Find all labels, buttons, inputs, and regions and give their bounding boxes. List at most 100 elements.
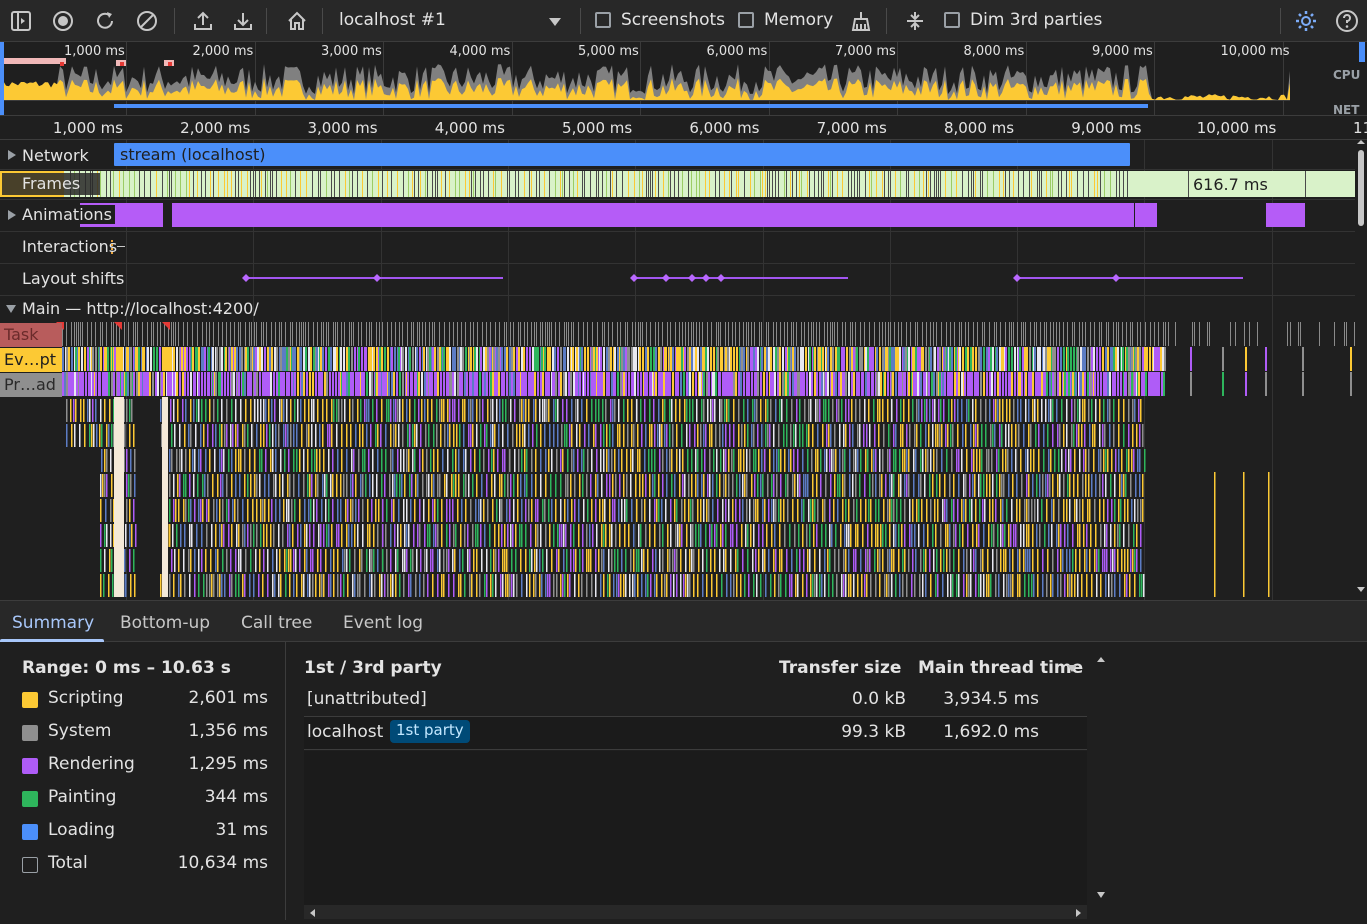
recording-select[interactable]: localhost #1 <box>332 4 572 38</box>
flame-chart[interactable]: Network stream (localhost) Frames 616.7 … <box>0 140 1355 600</box>
animations-track[interactable]: Animations <box>0 200 1355 232</box>
toggle-sidebar-button[interactable] <box>6 6 36 36</box>
task-block <box>874 322 875 346</box>
call-frame <box>109 399 111 422</box>
main-thread-flame-chart[interactable] <box>0 322 1355 600</box>
call-frame <box>618 499 620 522</box>
call-frame <box>424 399 426 422</box>
clear-button[interactable] <box>132 6 162 36</box>
event-block <box>1100 372 1102 396</box>
event-block <box>809 347 811 371</box>
call-frame <box>103 574 105 597</box>
interaction-marker[interactable] <box>117 246 125 247</box>
event-block <box>621 347 623 371</box>
layout-shifts-track[interactable]: Layout shifts <box>0 264 1355 296</box>
animation-bar[interactable] <box>172 203 1134 227</box>
task-block <box>989 322 990 346</box>
call-frame <box>317 474 319 497</box>
call-frame <box>544 424 546 447</box>
task-block <box>917 322 918 346</box>
interactions-track[interactable]: Interactions <box>0 232 1355 264</box>
call-frame <box>272 549 274 572</box>
save-profile-button[interactable] <box>228 6 258 36</box>
home-button[interactable] <box>282 6 312 36</box>
call-frame <box>774 574 776 597</box>
memory-checkbox[interactable] <box>738 12 754 28</box>
event-block <box>143 347 145 371</box>
call-frame <box>595 474 597 497</box>
call-frame <box>942 499 944 522</box>
entity-column-header[interactable]: 1st / 3rd party <box>304 658 442 678</box>
call-frame <box>1128 399 1130 422</box>
call-frame <box>202 499 204 522</box>
call-frame <box>535 524 537 547</box>
tab-call-tree[interactable]: Call tree <box>241 613 312 633</box>
record-button[interactable] <box>48 6 78 36</box>
tab-bottom-up[interactable]: Bottom-up <box>120 613 210 633</box>
garbage-collect-button[interactable] <box>846 6 876 36</box>
call-frame <box>824 574 826 597</box>
task-block <box>1209 322 1210 346</box>
call-frame <box>481 474 483 497</box>
event-block <box>368 347 370 371</box>
expand-network-icon[interactable] <box>8 150 16 160</box>
event-block <box>238 372 240 396</box>
call-frame <box>986 474 988 497</box>
horizontal-scrollbar[interactable] <box>304 905 1087 919</box>
event-block <box>710 347 712 371</box>
call-frame <box>709 449 711 472</box>
task-block <box>1108 322 1109 346</box>
event-block <box>892 372 894 396</box>
task-block <box>1063 322 1064 346</box>
layout-shift-clusters[interactable] <box>0 264 1355 296</box>
frame-boundary <box>750 171 751 197</box>
dim-3rd-parties-checkbox[interactable] <box>944 12 960 28</box>
call-frame <box>1121 549 1123 572</box>
frame-boundary <box>1037 171 1038 197</box>
collapse-tracks-button[interactable] <box>900 6 930 36</box>
call-frame <box>242 424 244 447</box>
call-frame <box>260 499 262 522</box>
interaction-marker[interactable] <box>111 240 113 254</box>
animation-bar[interactable] <box>1135 203 1157 227</box>
event-block <box>554 347 556 371</box>
help-button[interactable] <box>1332 6 1362 36</box>
call-frame <box>971 449 973 472</box>
tab-summary[interactable]: Summary <box>12 613 94 633</box>
transfer-size-column-header[interactable]: Transfer size <box>779 658 901 678</box>
table-row[interactable]: [unattributed] 0.0 kB 3,934.5 ms <box>304 684 1087 717</box>
event-block <box>549 347 551 371</box>
animation-bar[interactable] <box>1266 203 1305 227</box>
table-vertical-scrollbar[interactable] <box>1094 650 1108 906</box>
network-request-bar[interactable]: stream (localhost) <box>114 143 1130 166</box>
network-track[interactable]: Network stream (localhost) <box>0 140 1355 170</box>
frame-boundary <box>857 171 858 197</box>
call-frame <box>793 449 795 472</box>
task-block <box>725 322 726 346</box>
collapse-main-icon[interactable] <box>6 305 16 313</box>
call-frame <box>806 574 808 597</box>
main-thread-time-column-header[interactable]: Main thread time <box>918 658 1083 678</box>
call-frame <box>869 474 871 497</box>
event-block <box>523 347 525 371</box>
tracks-scrollbar[interactable] <box>1355 140 1367 600</box>
screenshots-checkbox[interactable] <box>595 12 611 28</box>
capture-settings-button[interactable] <box>1291 6 1321 36</box>
call-frame <box>706 549 708 572</box>
main-thread-track-header[interactable]: Main — http://localhost:4200/ <box>0 296 1355 322</box>
call-frame <box>528 499 530 522</box>
call-frame <box>114 547 124 572</box>
call-frame <box>989 474 991 497</box>
timeline-overview[interactable]: 1,000 ms 2,000 ms 3,000 ms 4,000 ms 5,000 ms… <box>0 42 1367 116</box>
table-row[interactable]: localhost 1st party 99.3 kB 1,692.0 ms <box>304 717 1087 750</box>
reload-record-button[interactable] <box>90 6 120 36</box>
call-frame <box>889 449 891 472</box>
event-block <box>922 347 924 371</box>
frames-track[interactable]: Frames 616.7 ms <box>0 170 1355 200</box>
call-frame <box>776 474 778 497</box>
call-frame <box>868 399 870 422</box>
call-frame <box>188 549 190 572</box>
expand-animations-icon[interactable] <box>8 210 16 220</box>
load-profile-button[interactable] <box>188 6 218 36</box>
tab-event-log[interactable]: Event log <box>343 613 423 633</box>
